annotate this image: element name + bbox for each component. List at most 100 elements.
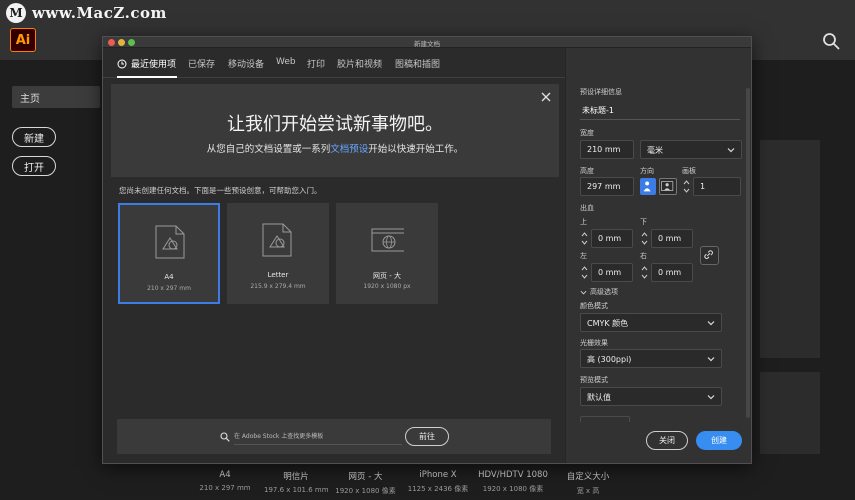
document-presets-link[interactable]: 文档预设 [330,144,368,155]
preset-hint: 您尚未创建任何文档。下面是一些预设创意，可帮助您入门。 [119,186,322,195]
bottom-preset-size: 1125 x 2436 像素 [407,485,469,493]
portrait-orientation-button[interactable] [640,178,656,195]
chevron-down-icon [707,395,715,400]
preview-mode-dropdown[interactable]: 默认值 [580,387,722,406]
sidebar-item-home[interactable]: 主页 [12,86,100,108]
bleed-top-field[interactable]: 0 mm [591,229,633,248]
bottom-preset[interactable]: 自定义大小 宽 x 高 [553,462,623,500]
tab-print[interactable]: 打印 [307,57,325,70]
artboard-stepper[interactable] [682,178,691,195]
bleed-top-label: 上 [580,218,587,226]
bleed-right-field[interactable]: 0 mm [651,263,693,282]
bleed-label: 出血 [580,204,594,212]
document-icon [262,223,292,257]
bleed-left-field[interactable]: 0 mm [591,263,633,282]
search-icon[interactable] [822,32,840,50]
bottom-preset[interactable]: HDV/HDTV 1080 1920 x 1080 像素 [473,462,553,500]
bottom-preset[interactable]: iPhone X 1125 x 2436 像素 [403,462,473,500]
bottom-preset-name: 自定义大小 [566,472,610,482]
advanced-options-toggle[interactable]: 高级选项 [580,287,618,297]
bleed-right-label: 右 [640,252,647,260]
close-icon[interactable] [541,92,551,102]
document-name-field[interactable]: 未标题-1 [580,100,740,120]
stepper-arrows-icon [581,232,588,245]
bleed-right-stepper[interactable] [640,264,649,281]
unit-dropdown[interactable]: 毫米 [640,140,742,159]
width-label: 宽度 [580,129,594,137]
background-card [760,372,820,454]
preset-name: Letter [267,271,289,279]
advanced-options-label: 高级选项 [590,288,618,296]
tab-mobile[interactable]: 移动设备 [228,57,264,70]
stepper-arrows-icon [683,180,690,193]
bleed-left-stepper[interactable] [580,264,589,281]
adobe-stock-search-bar: 前往 [117,419,551,454]
tab-recent[interactable]: 最近使用项 [117,57,176,70]
bottom-preset-name: iPhone X [419,470,457,480]
watermark-logo: M [6,3,26,23]
bottom-preset-strip: A4 210 x 297 mm 明信片 197.6 x 101.6 mm 网页 … [186,462,786,500]
height-field[interactable]: 297 mm [580,177,634,196]
bottom-preset-name: A4 [219,470,231,480]
preset-card-web-large[interactable]: 网页 - 大 1920 x 1080 px [336,203,438,304]
watermark: M www.MacZ.com [6,3,167,23]
link-bleed-button[interactable] [700,246,719,265]
new-button[interactable]: 新建 [12,127,56,147]
search-icon [220,432,230,442]
stepper-arrows-icon [641,266,648,279]
bottom-preset-size: 1920 x 1080 像素 [335,487,396,495]
bottom-preset-size: 210 x 297 mm [199,484,251,492]
raster-effects-dropdown[interactable]: 高 (300ppi) [580,349,722,368]
preset-size: 215.9 x 279.4 mm [250,283,306,290]
active-tab-indicator [117,76,177,78]
preset-card-a4[interactable]: A4 210 x 297 mm [118,203,220,304]
bottom-preset-size: 1920 x 1080 像素 [482,485,544,493]
web-document-icon [371,228,404,252]
document-icon [155,225,185,259]
bottom-preset[interactable]: A4 210 x 297 mm [186,462,264,500]
clock-icon [117,59,127,68]
open-button[interactable]: 打开 [12,156,56,176]
bleed-bottom-label: 下 [640,218,647,226]
app-logo: Ai [10,28,36,52]
background-card [760,140,820,358]
welcome-title: 让我们开始尝试新事物吧。 [227,114,443,135]
close-button[interactable]: 关闭 [646,431,688,450]
landscape-orientation-button[interactable] [659,178,677,195]
stock-search-input[interactable] [234,429,402,445]
create-button[interactable]: 创建 [696,431,742,450]
artboard-count-field[interactable]: 1 [693,177,741,196]
landscape-icon [661,181,674,191]
preset-size: 210 x 297 mm [147,285,191,292]
subtitle-text: 开始以快速开始工作。 [368,144,464,155]
preset-name: 网页 - 大 [373,272,401,280]
tab-web[interactable]: Web [276,57,296,67]
raster-effects-label: 光栅效果 [580,339,608,347]
stepper-arrows-icon [581,266,588,279]
orientation-label: 方向 [640,167,654,175]
tab-film-video[interactable]: 胶片和视频 [337,57,382,70]
welcome-banner: 让我们开始尝试新事物吧。 从您自己的文档设置或一系列文档预设开始以快速开始工作。 [111,84,559,177]
tab-saved[interactable]: 已保存 [188,57,215,70]
preset-size: 1920 x 1080 px [363,283,411,290]
partially-hidden-field [580,416,630,422]
bleed-top-stepper[interactable] [580,230,589,247]
width-field[interactable]: 210 mm [580,140,634,159]
bottom-preset[interactable]: 明信片 197.6 x 101.6 mm [264,462,329,500]
welcome-subtitle: 从您自己的文档设置或一系列文档预设开始以快速开始工作。 [111,141,559,155]
bleed-bottom-field[interactable]: 0 mm [651,229,693,248]
tab-label: 最近使用项 [131,60,177,70]
tab-art-illustration[interactable]: 图稿和插图 [395,57,440,70]
dialog-titlebar: 新建文档 [103,37,751,48]
bottom-preset-name: 明信片 [283,472,309,482]
go-button[interactable]: 前往 [405,427,449,446]
color-mode-dropdown[interactable]: CMYK 颜色 [580,313,722,332]
chain-link-icon [704,250,713,259]
bottom-preset-name: HDV/HDTV 1080 [478,470,548,480]
panel-scrollbar[interactable] [746,88,750,418]
preset-card-letter[interactable]: Letter 215.9 x 279.4 mm [227,203,329,304]
portrait-icon [643,181,651,192]
bleed-bottom-stepper[interactable] [640,230,649,247]
watermark-text: www.MacZ.com [32,4,167,22]
bottom-preset[interactable]: 网页 - 大 1920 x 1080 像素 [328,462,403,500]
